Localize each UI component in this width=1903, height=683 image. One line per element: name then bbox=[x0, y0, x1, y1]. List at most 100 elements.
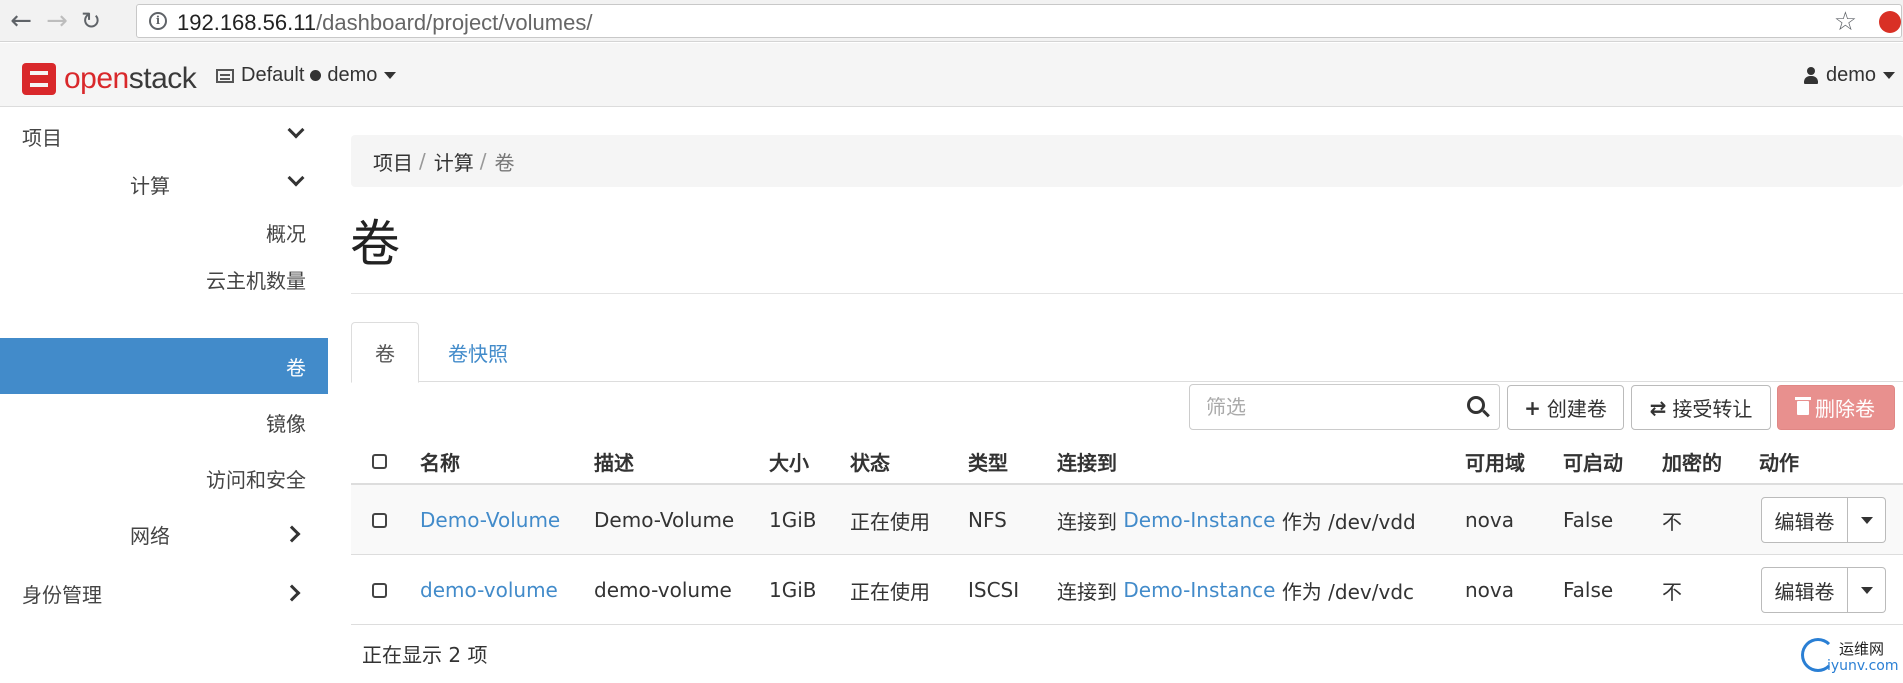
attachment-prefix: 连接到 bbox=[1057, 509, 1117, 534]
tab-volumes[interactable]: 卷 bbox=[351, 322, 419, 383]
openstack-logo[interactable]: openstack bbox=[22, 62, 197, 96]
forward-arrow-icon[interactable]: → bbox=[44, 8, 70, 34]
caret-down-icon bbox=[384, 72, 397, 79]
info-icon[interactable]: i bbox=[149, 12, 167, 30]
breadcrumb-item-project[interactable]: 项目 bbox=[373, 147, 413, 176]
delete-volumes-label: 删除卷 bbox=[1815, 397, 1875, 421]
caret-down-icon bbox=[1860, 586, 1873, 594]
sidebar-item-images[interactable]: 镜像 bbox=[0, 394, 328, 450]
volume-attachment: 连接到 Demo-Instance 作为 /dev/vdd bbox=[1057, 485, 1416, 555]
volume-description: demo-volume bbox=[594, 578, 732, 602]
sidebar-item-label: 计算 bbox=[130, 173, 170, 198]
column-header-availability-zone[interactable]: 可用域 bbox=[1465, 437, 1525, 485]
instance-link[interactable]: Demo-Instance bbox=[1123, 508, 1275, 532]
plus-icon: + bbox=[1524, 395, 1541, 420]
page-title: 卷 bbox=[350, 215, 400, 273]
sidebar-item-network[interactable]: 网络 bbox=[0, 506, 328, 562]
row-actions: 编辑卷 bbox=[1761, 567, 1886, 613]
edit-volume-button[interactable]: 编辑卷 bbox=[1761, 567, 1848, 613]
caret-down-icon bbox=[1860, 516, 1873, 524]
volume-name-link[interactable]: Demo-Volume bbox=[420, 508, 560, 532]
create-volume-button[interactable]: + 创建卷 bbox=[1507, 385, 1624, 430]
volumes-table: 名称 描述 大小 状态 类型 连接到 可用域 可启动 加密的 动作 Demo-V… bbox=[351, 437, 1903, 625]
volume-bootable: False bbox=[1563, 578, 1614, 602]
url-host: 192.168.56.11 bbox=[177, 10, 317, 35]
sidebar-item-label: 镜像 bbox=[266, 411, 306, 436]
logo-text: openstack bbox=[64, 62, 197, 96]
domain-label: Default bbox=[241, 64, 305, 86]
back-arrow-icon[interactable]: ← bbox=[8, 8, 34, 34]
volume-availability-zone: nova bbox=[1465, 578, 1515, 602]
row-select-cell bbox=[372, 485, 387, 555]
exchange-icon: ⇄ bbox=[1649, 395, 1667, 420]
user-label: demo bbox=[1825, 64, 1876, 86]
volume-name-cell: demo-volume bbox=[420, 555, 558, 625]
volume-description: Demo-Volume bbox=[594, 508, 735, 532]
column-header-description[interactable]: 描述 bbox=[594, 437, 634, 485]
sidebar-item-label: 身份管理 bbox=[22, 582, 102, 607]
user-icon bbox=[1803, 67, 1818, 84]
create-volume-label: 创建卷 bbox=[1546, 397, 1607, 421]
edit-volume-button[interactable]: 编辑卷 bbox=[1761, 497, 1848, 543]
bookmark-star-icon[interactable]: ☆ bbox=[1834, 7, 1857, 37]
search-icon[interactable] bbox=[1467, 396, 1485, 414]
filter-input[interactable] bbox=[1190, 385, 1450, 429]
user-menu[interactable]: demo bbox=[1803, 64, 1895, 87]
attachment-device: 作为 /dev/vdd bbox=[1281, 509, 1416, 534]
sidebar-item-label: 云主机数量 bbox=[206, 268, 306, 293]
column-header-encrypted[interactable]: 加密的 bbox=[1662, 437, 1722, 485]
extension-icon[interactable] bbox=[1879, 11, 1901, 33]
sidebar-item-instances[interactable]: 云主机数量 bbox=[0, 251, 328, 307]
table-item-count: 正在显示 2 项 bbox=[362, 643, 488, 667]
logo-text-stack: stack bbox=[128, 62, 197, 95]
instance-link[interactable]: Demo-Instance bbox=[1123, 578, 1275, 602]
volume-encrypted: 不 bbox=[1662, 579, 1682, 604]
volume-attachment: 连接到 Demo-Instance 作为 /dev/vdc bbox=[1057, 555, 1414, 625]
attachment-prefix: 连接到 bbox=[1057, 579, 1117, 604]
tab-volume-snapshots[interactable]: 卷快照 bbox=[448, 322, 508, 383]
breadcrumb-item-current: 卷 bbox=[494, 150, 515, 175]
column-header-name[interactable]: 名称 bbox=[420, 437, 460, 485]
list-icon bbox=[216, 68, 234, 83]
column-header-size[interactable]: 大小 bbox=[769, 437, 809, 485]
sidebar: 项目 计算 概况 云主机数量 卷 镜像 访问和安全 网络 身份管理 bbox=[0, 108, 328, 683]
url-path: /dashboard/project/volumes/ bbox=[316, 10, 593, 35]
volume-name-cell: Demo-Volume bbox=[420, 485, 560, 555]
row-checkbox[interactable] bbox=[372, 582, 387, 598]
table-header: 名称 描述 大小 状态 类型 连接到 可用域 可启动 加密的 动作 bbox=[351, 437, 1903, 485]
column-header-status[interactable]: 状态 bbox=[850, 437, 890, 485]
caret-down-icon bbox=[1883, 72, 1895, 79]
volume-size: 1GiB bbox=[769, 508, 817, 532]
accept-transfer-button[interactable]: ⇄ 接受转让 bbox=[1631, 385, 1771, 430]
column-header-attached-to[interactable]: 连接到 bbox=[1057, 437, 1117, 485]
openstack-cube-icon bbox=[22, 63, 56, 95]
delete-volumes-button[interactable]: 删除卷 bbox=[1777, 385, 1895, 430]
accept-transfer-label: 接受转让 bbox=[1672, 397, 1753, 421]
sidebar-item-identity[interactable]: 身份管理 bbox=[0, 565, 328, 621]
select-all-checkbox[interactable] bbox=[372, 453, 387, 469]
row-checkbox[interactable] bbox=[372, 512, 387, 528]
volume-type: ISCSI bbox=[968, 578, 1020, 602]
sidebar-item-access-security[interactable]: 访问和安全 bbox=[0, 450, 328, 506]
breadcrumb-item-compute[interactable]: 计算 bbox=[434, 147, 474, 176]
breadcrumb-separator: / bbox=[479, 149, 487, 173]
sidebar-item-label: 卷 bbox=[286, 355, 306, 380]
address-bar[interactable]: i 192.168.56.11/dashboard/project/volume… bbox=[136, 4, 1902, 38]
watermark-text: 运维网 bbox=[1839, 640, 1885, 658]
breadcrumb-separator: / bbox=[419, 149, 426, 173]
chevron-down-icon bbox=[287, 121, 305, 139]
table-row: Demo-Volume Demo-Volume 1GiB 正在使用 NFS 连接… bbox=[351, 485, 1903, 555]
column-header-type[interactable]: 类型 bbox=[968, 437, 1008, 485]
more-actions-toggle[interactable] bbox=[1848, 497, 1886, 543]
volume-name-link[interactable]: demo-volume bbox=[420, 578, 558, 602]
column-header-actions: 动作 bbox=[1759, 450, 1799, 475]
chevron-right-icon bbox=[283, 584, 301, 602]
more-actions-toggle[interactable] bbox=[1848, 567, 1886, 613]
volume-bootable: False bbox=[1563, 508, 1614, 532]
column-header-bootable[interactable]: 可启动 bbox=[1563, 437, 1623, 485]
project-selector[interactable]: Default demo bbox=[216, 64, 397, 87]
reload-icon[interactable]: ↻ bbox=[78, 8, 104, 34]
row-actions: 编辑卷 bbox=[1761, 497, 1886, 543]
sidebar-item-volumes[interactable]: 卷 bbox=[0, 338, 328, 394]
project-label: demo bbox=[327, 64, 378, 86]
